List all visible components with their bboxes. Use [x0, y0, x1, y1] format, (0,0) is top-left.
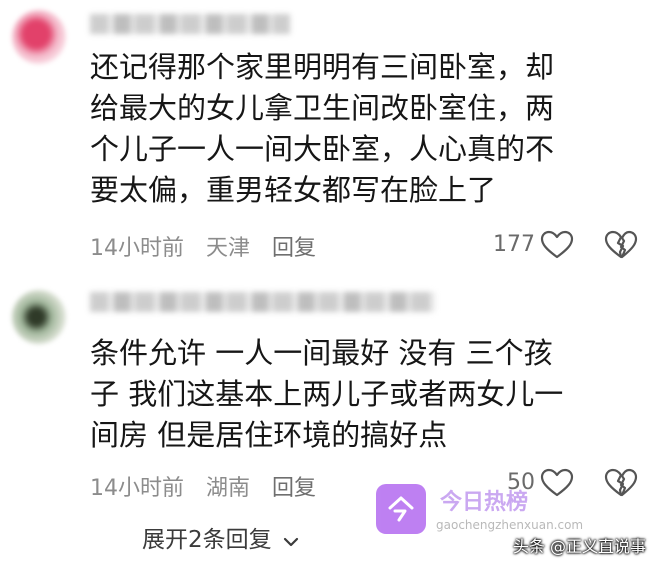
broken-heart-icon[interactable]: [604, 230, 638, 260]
comment-location: 湖南: [206, 476, 251, 501]
reply-button[interactable]: 回复: [272, 230, 316, 262]
comment-time: 14小时前: [90, 236, 184, 261]
comment-text: 条件允许 一人一间最好 没有 三个孩 子 我们这基本上两儿子或者两女儿一 间房 …: [90, 336, 564, 452]
watermark: 今日热榜 gaochengzhenxuan.com: [376, 480, 596, 540]
comment-text: 还记得那个家里明明有三间卧室，却 给最大的女儿拿卫生间改卧室住，两 个儿子一人一…: [90, 50, 555, 207]
heart-outline-icon[interactable]: [540, 230, 574, 260]
avatar[interactable]: [12, 290, 66, 344]
chevron-down-icon: [283, 528, 299, 554]
broken-heart-icon[interactable]: [604, 468, 638, 498]
like-count: 177: [493, 232, 535, 257]
comment-meta: 14小时前 天津 回复: [90, 230, 338, 262]
watermark-title: 今日热榜: [440, 490, 529, 515]
avatar[interactable]: [12, 10, 66, 64]
source-label: 头条 @正义直说事: [512, 537, 646, 556]
expand-replies-label: 展开2条回复: [142, 527, 272, 553]
masked-username[interactable]: [90, 292, 435, 312]
expand-replies-button[interactable]: 展开2条回复: [142, 520, 299, 554]
watermark-logo-icon: [376, 484, 426, 534]
watermark-url: gaochengzhenxuan.com: [436, 518, 584, 532]
masked-username[interactable]: [90, 14, 290, 34]
comment-time: 14小时前: [90, 476, 184, 501]
comment-meta: 14小时前 湖南 回复: [90, 470, 338, 502]
comment-location: 天津: [206, 236, 251, 261]
reply-button[interactable]: 回复: [272, 470, 316, 502]
